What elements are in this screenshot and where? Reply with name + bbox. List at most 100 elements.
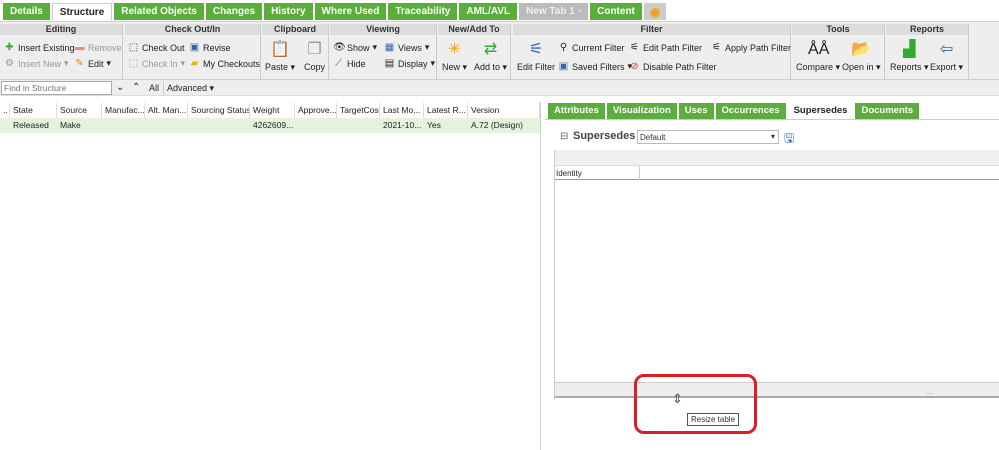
check-out-button[interactable]: ⬚ Check Out [128,42,185,53]
next-chevron-down-icon[interactable]: ⌄ [116,82,124,93]
clipboard-group: Clipboard 📋 Paste ▾ ❐ Copy [262,24,329,79]
revise-button[interactable]: ▣ Revise [189,42,231,53]
insert-existing-button[interactable]: ✚ Insert Existing [4,42,74,53]
group-title: Editing [0,24,122,35]
save-icon[interactable]: 🖫 [784,129,794,150]
apply-path-filter-button[interactable]: ⚟ Apply Path Filter [711,42,791,53]
tab-structure[interactable]: Structure [51,3,113,20]
edit-path-filter-button[interactable]: ⚟ Edit Path Filter [629,42,702,53]
ribbon: Editing ✚ Insert Existing ▬ Remove ⚙ Insert… [0,21,999,80]
check-in-button[interactable]: ⬚ Check In ▾ [128,58,185,69]
tab-documents[interactable]: Documents [855,103,920,119]
show-button[interactable]: 👁 Show ▾ [333,42,377,53]
column-header[interactable]: Sourcing Status [188,103,250,118]
tab-new-tab-1[interactable]: New Tab 1 ▫ [519,3,589,20]
tab-content[interactable]: Content [590,3,642,20]
divider [545,119,999,120]
copy-button[interactable]: ❐ Copy [304,40,325,72]
pencil-icon: ✎ [75,58,84,69]
table-cell [337,118,340,133]
structure-table [0,102,541,450]
close-tab-icon[interactable]: ▫ [578,6,582,17]
label: New [442,62,461,72]
resize-handle[interactable]: .... [926,389,934,396]
label: Revise [203,42,231,53]
view-select[interactable]: Default ▾ [637,130,779,144]
reports-button[interactable]: ▟ Reports ▾ [890,40,929,73]
revise-icon: ▣ [189,42,200,53]
my-checkouts-button[interactable]: ▰ My Checkouts [189,58,260,69]
edit-filter-button[interactable]: ⚟ Edit Filter [517,40,555,72]
filter-group: Filter ⚟ Edit Filter ⚲ Current Filter ▣ Sav… [513,24,791,79]
advanced-dropdown[interactable]: Advanced ▾ [163,81,217,96]
column-header-identity[interactable]: Identity [555,166,640,180]
compare-button[interactable]: ÅÅ Compare ▾ [796,40,840,73]
tools-group: Tools ÅÅ Compare ▾ 📂 Open in ▾ [792,24,885,79]
table-cell [295,118,298,133]
label: Add to [474,62,501,72]
detail-tabs: Attributes Visualization Uses Occurrence… [548,103,920,119]
column-header[interactable]: .. [0,103,10,118]
column-header[interactable]: Approve... [295,103,337,118]
paste-button[interactable]: 📋 Paste ▾ [265,40,295,73]
remove-button[interactable]: ▬ Remove [74,42,122,53]
tab-history[interactable]: History [264,3,313,20]
tab-attributes[interactable]: Attributes [548,103,605,119]
edit-button[interactable]: ✎ Edit ▾ [74,58,111,69]
new-sparkle-icon: ✳ [447,41,462,58]
table-cell: 4262609... [253,120,294,130]
column-header[interactable]: Latest R... [424,103,468,118]
group-title: Filter [513,24,790,35]
editing-group: Editing ✚ Insert Existing ▬ Remove ⚙ Insert… [0,24,123,79]
column-header[interactable]: Last Mo... [380,103,424,118]
paste-icon: 📋 [270,41,290,58]
add-to-button[interactable]: ⇄ Add to ▾ [474,40,507,73]
tab-supersedes[interactable]: Supersedes [787,103,854,119]
label: Reports [890,62,922,72]
find-all-button[interactable]: All [149,83,159,93]
tab-changes[interactable]: Changes [205,3,263,20]
column-header[interactable]: Weight [250,103,295,118]
column-header[interactable]: State [10,103,57,118]
tab-visualization[interactable]: Visualization [606,103,677,119]
column-header[interactable]: Manufac... [102,103,145,118]
add-tab-button[interactable]: ◉ [643,3,667,20]
display-icon: ▤ [384,58,395,69]
views-button[interactable]: ▦ Views ▾ [384,42,430,53]
label: Saved Filters [572,61,625,72]
display-button[interactable]: ▤ Display ▾ [384,58,435,69]
export-button[interactable]: ⇦ Export ▾ [930,40,963,73]
label: Check Out [142,42,185,53]
label: Disable Path Filter [643,61,717,72]
tab-uses[interactable]: Uses [678,103,714,119]
tab-related-objects[interactable]: Related Objects [114,3,204,20]
tab-traceability[interactable]: Traceability [388,3,458,20]
plus-icon: ✚ [5,42,14,53]
label: Open in [842,62,874,72]
chart-icon: ▟ [903,41,916,58]
label: Insert New [18,58,62,69]
disable-path-filter-button[interactable]: ⊘ Disable Path Filter [629,61,717,72]
add-to-icon: ⇄ [483,41,498,58]
tab-details[interactable]: Details [3,3,50,20]
current-filter-button[interactable]: ⚲ Current Filter [558,42,625,53]
add-tab-icon: ◉ [649,5,661,19]
column-header[interactable]: TargetCost [337,103,380,118]
tab-aml-avl[interactable]: AML/AVL [459,3,518,20]
saved-filters-button[interactable]: ▣ Saved Filters ▾ [558,61,632,72]
open-in-button[interactable]: 📂 Open in ▾ [842,40,881,73]
column-header[interactable]: Version [468,103,540,118]
insert-new-button[interactable]: ⚙ Insert New ▾ [4,58,69,69]
column-header[interactable]: Alt. Man... [145,103,188,118]
eye-icon: 👁 [333,42,346,53]
new-button[interactable]: ✳ New ▾ [442,40,467,73]
previous-chevron-up-icon[interactable]: ⌃ [132,82,140,93]
tab-where-used[interactable]: Where Used [314,3,387,20]
find-in-structure-input[interactable] [1,81,112,95]
tab-new-tab-1-label: New Tab 1 [526,6,575,17]
hide-button[interactable]: ⟋ Hide [333,58,366,69]
apply-path-filter-icon: ⚟ [712,42,721,53]
collapse-icon[interactable]: ⊟ [560,131,568,142]
column-header[interactable]: Source [57,103,102,118]
tab-occurrences[interactable]: Occurrences [715,103,786,119]
